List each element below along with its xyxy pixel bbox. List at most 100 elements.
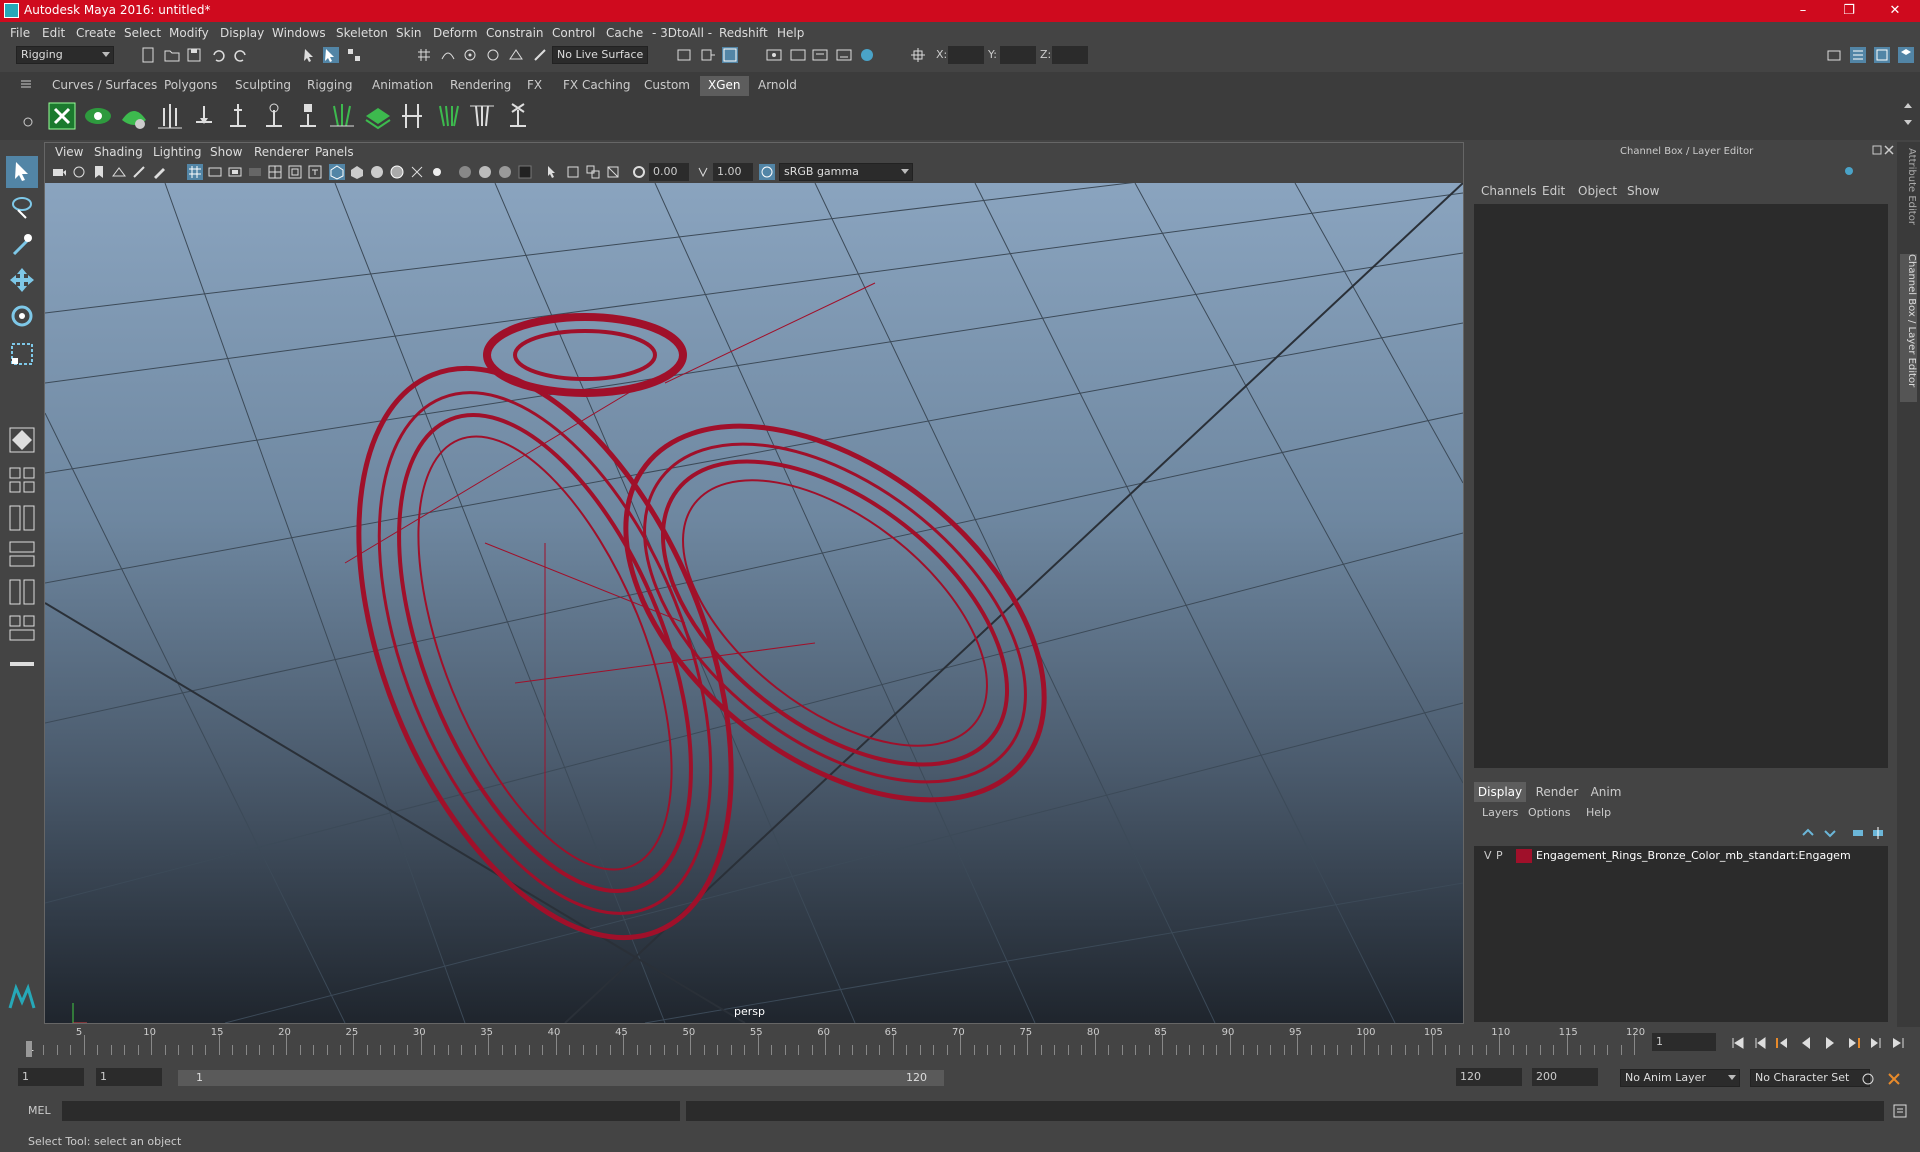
- tab-anim[interactable]: Anim: [1584, 782, 1628, 802]
- float-panel-icon[interactable]: [1872, 145, 1882, 155]
- step-back-frame-icon[interactable]: [1752, 1035, 1768, 1051]
- camera-attributes-icon[interactable]: [71, 164, 87, 180]
- quad-draw-icon[interactable]: [6, 424, 38, 456]
- wireframe-on-shaded-icon[interactable]: [389, 164, 405, 180]
- shelf-tab-curves-surfaces[interactable]: Curves / Surfaces: [44, 76, 165, 96]
- script-language-label[interactable]: MEL: [28, 1104, 51, 1117]
- input-ops-icon[interactable]: [676, 47, 692, 63]
- safe-title-icon[interactable]: [307, 164, 323, 180]
- menu-edit[interactable]: Edit: [42, 26, 65, 40]
- layout-graph-editor-icon[interactable]: [6, 576, 38, 608]
- xgen-flip-guide-icon[interactable]: [188, 100, 220, 132]
- current-time-indicator[interactable]: [26, 1041, 32, 1057]
- channels-menu-object[interactable]: Object: [1578, 184, 1617, 198]
- animation-preferences-icon[interactable]: [1886, 1071, 1902, 1087]
- shelf-options-icon[interactable]: [22, 116, 34, 128]
- layout-four-panes-icon[interactable]: [6, 464, 38, 496]
- ring-wireframe[interactable]: [284, 282, 1113, 991]
- xgen-layer-icon[interactable]: [362, 100, 394, 132]
- paint-select-tool-icon[interactable]: [6, 228, 38, 260]
- isolate-select-icon[interactable]: [545, 164, 561, 180]
- snap-grid-icon[interactable]: [416, 47, 432, 63]
- menu-3dtoall[interactable]: - 3DtoAll -: [652, 26, 712, 40]
- maximize-button[interactable]: ❐: [1826, 0, 1872, 22]
- layer-playback-toggle[interactable]: P: [1496, 849, 1503, 862]
- view-transform-dropdown[interactable]: sRGB gamma: [779, 163, 913, 181]
- channel-list[interactable]: [1474, 204, 1888, 768]
- move-layer-down-icon[interactable]: [1822, 825, 1838, 841]
- xgen-lock-icon[interactable]: [292, 100, 324, 132]
- animation-start-field[interactable]: 1: [18, 1068, 84, 1086]
- perspective-viewport[interactable]: persp: [45, 183, 1463, 1023]
- playback-end-field[interactable]: 120: [1456, 1068, 1522, 1086]
- new-empty-layer-icon[interactable]: [1850, 825, 1866, 841]
- time-slider[interactable]: 1510152025303540455055606570758085909510…: [0, 1027, 1920, 1057]
- toggle-attribute-editor-icon[interactable]: [1850, 47, 1866, 63]
- channel-box-layer-editor-tab[interactable]: Channel Box / Layer Editor: [1900, 254, 1917, 402]
- gate-mask-icon[interactable]: [247, 164, 263, 180]
- command-input[interactable]: [62, 1101, 680, 1121]
- construction-history-icon[interactable]: [722, 47, 738, 63]
- x-field[interactable]: [948, 46, 984, 64]
- lasso-tool-icon[interactable]: [6, 192, 38, 224]
- snap-curve-icon[interactable]: [440, 47, 456, 63]
- shelf-tab-xgen[interactable]: XGen: [700, 76, 749, 96]
- use-all-lights-icon[interactable]: [429, 164, 445, 180]
- shelf-menu-icon[interactable]: [20, 78, 32, 90]
- playback-start-field[interactable]: 1: [96, 1068, 162, 1086]
- shelf-tab-arnold[interactable]: Arnold: [750, 76, 805, 96]
- toggle-outliner-icon[interactable]: [6, 648, 38, 680]
- viewport-menu-panels[interactable]: Panels: [315, 145, 354, 159]
- anti-aliasing-icon[interactable]: [517, 164, 533, 180]
- menu-constrain[interactable]: Constrain: [486, 26, 544, 40]
- shelf-tab-rigging[interactable]: Rigging: [299, 76, 360, 96]
- xgen-editor-icon[interactable]: [46, 100, 78, 132]
- scene-canvas[interactable]: [45, 183, 1463, 1023]
- channels-menu-show[interactable]: Show: [1627, 184, 1659, 198]
- minimize-button[interactable]: –: [1780, 0, 1826, 22]
- image-plane-icon[interactable]: [111, 164, 127, 180]
- viewport-menu-show[interactable]: Show: [210, 145, 242, 159]
- layers-menu-help[interactable]: Help: [1586, 806, 1611, 819]
- menu-create[interactable]: Create: [76, 26, 116, 40]
- step-forward-key-icon[interactable]: [1846, 1035, 1862, 1051]
- xgen-add-guide-icon[interactable]: [154, 100, 186, 132]
- shelf-tab-sculpting[interactable]: Sculpting: [227, 76, 299, 96]
- output-ops-icon[interactable]: [700, 47, 716, 63]
- render-current-icon[interactable]: [790, 47, 806, 63]
- xgen-delete-guide-icon[interactable]: [502, 100, 534, 132]
- play-backwards-icon[interactable]: [1798, 1035, 1814, 1051]
- close-panel-icon[interactable]: [1884, 145, 1894, 155]
- menu-skeleton[interactable]: Skeleton: [336, 26, 388, 40]
- render-view-icon[interactable]: [766, 47, 782, 63]
- xray-joints-icon[interactable]: [585, 164, 601, 180]
- 2d-pan-zoom-icon[interactable]: [131, 164, 147, 180]
- tab-display[interactable]: Display: [1474, 782, 1526, 802]
- motion-blur-icon[interactable]: [497, 164, 513, 180]
- shelf-tab-rendering[interactable]: Rendering: [442, 76, 519, 96]
- xray-icon[interactable]: [565, 164, 581, 180]
- channel-options-icon[interactable]: [1842, 164, 1856, 178]
- menu-help[interactable]: Help: [777, 26, 804, 40]
- shelf-tab-fx[interactable]: FX: [519, 76, 550, 96]
- gamma-icon[interactable]: [695, 164, 711, 180]
- animation-end-field[interactable]: 200: [1532, 1068, 1598, 1086]
- close-button[interactable]: ✕: [1872, 0, 1918, 22]
- layer-visibility-toggle[interactable]: V: [1484, 849, 1492, 862]
- grease-pencil-icon[interactable]: [151, 164, 167, 180]
- safe-action-icon[interactable]: [287, 164, 303, 180]
- default-material-icon[interactable]: [369, 164, 385, 180]
- film-gate-icon[interactable]: [207, 164, 223, 180]
- snap-point-icon[interactable]: [462, 47, 478, 63]
- save-scene-icon[interactable]: [186, 47, 202, 63]
- tab-render[interactable]: Render: [1532, 782, 1582, 802]
- new-scene-icon[interactable]: [140, 47, 156, 63]
- move-layer-up-icon[interactable]: [1800, 825, 1816, 841]
- layout-side-by-side-icon[interactable]: [6, 502, 38, 534]
- move-tool-icon[interactable]: [6, 264, 38, 296]
- z-field[interactable]: [1052, 46, 1088, 64]
- xgen-create-description-icon[interactable]: [118, 100, 150, 132]
- layers-menu-options[interactable]: Options: [1528, 806, 1570, 819]
- menu-cache[interactable]: Cache: [606, 26, 643, 40]
- rotate-tool-icon[interactable]: [6, 300, 38, 332]
